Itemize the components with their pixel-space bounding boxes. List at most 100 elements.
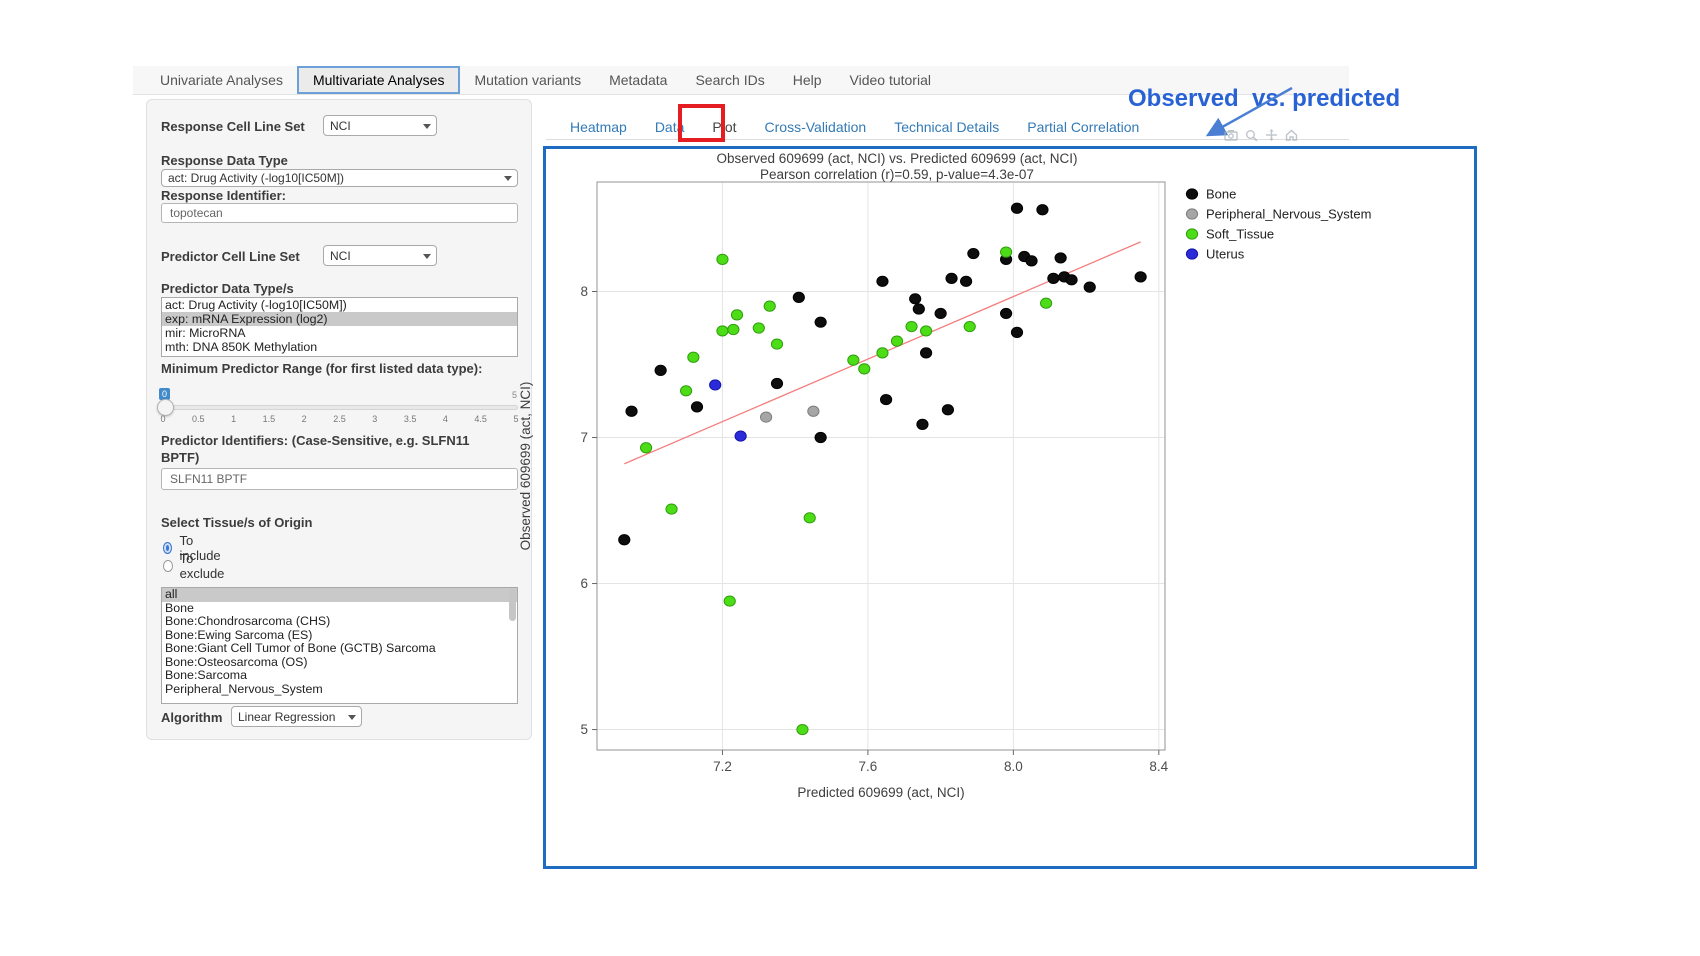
data-point-soft_tissue[interactable]	[753, 323, 764, 333]
legend-label[interactable]: Peripheral_Nervous_System	[1206, 207, 1371, 222]
data-point-soft_tissue[interactable]	[877, 348, 888, 358]
data-point-soft_tissue[interactable]	[717, 254, 728, 264]
data-point-soft_tissue[interactable]	[724, 596, 735, 606]
tab-partial-correlation[interactable]: Partial Correlation	[1013, 113, 1153, 141]
data-point-bone[interactable]	[946, 273, 957, 283]
camera-icon[interactable]	[1224, 129, 1238, 141]
legend-swatch-uterus[interactable]	[1186, 249, 1197, 259]
tissue-option[interactable]: Bone:Chondrosarcoma (CHS)	[162, 615, 517, 629]
data-point-bone[interactable]	[771, 378, 782, 388]
data-point-bone[interactable]	[1000, 308, 1011, 318]
predictor-identifiers-input[interactable]: SLFN11 BPTF	[161, 468, 518, 490]
tissue-option[interactable]: Bone:Osteosarcoma (OS)	[162, 656, 517, 670]
nav-item-mutation-variants[interactable]: Mutation variants	[460, 66, 595, 94]
data-point-bone[interactable]	[815, 432, 826, 442]
data-point-uterus[interactable]	[735, 431, 746, 441]
data-point-soft_tissue[interactable]	[764, 301, 775, 311]
tissue-option[interactable]: Bone:Sarcoma	[162, 669, 517, 683]
data-point-bone[interactable]	[910, 294, 921, 304]
nav-item-multivariate-analyses[interactable]: Multivariate Analyses	[297, 66, 461, 94]
tab-heatmap[interactable]: Heatmap	[556, 113, 641, 141]
predictor-cell-line-set-select[interactable]: NCI	[323, 245, 437, 266]
data-point-bone[interactable]	[1011, 203, 1022, 213]
legend-swatch-soft_tissue[interactable]	[1186, 229, 1197, 239]
legend-swatch-peripheral_nervous_system[interactable]	[1186, 209, 1197, 219]
data-point-bone[interactable]	[1135, 272, 1146, 282]
data-point-bone[interactable]	[815, 317, 826, 327]
nav-item-metadata[interactable]: Metadata	[595, 66, 681, 94]
data-point-bone[interactable]	[960, 276, 971, 286]
data-point-bone[interactable]	[1055, 253, 1066, 263]
data-point-bone[interactable]	[1037, 205, 1048, 215]
tissue-listbox[interactable]: allBoneBone:Chondrosarcoma (CHS)Bone:Ewi…	[161, 587, 518, 704]
data-point-soft_tissue[interactable]	[964, 321, 975, 331]
data-point-soft_tissue[interactable]	[771, 339, 782, 349]
data-point-soft_tissue[interactable]	[848, 355, 859, 365]
data-point-soft_tissue[interactable]	[891, 336, 902, 346]
data-point-soft_tissue[interactable]	[906, 321, 917, 331]
data-point-bone[interactable]	[942, 405, 953, 415]
data-point-soft_tissue[interactable]	[728, 324, 739, 334]
data-point-bone[interactable]	[968, 248, 979, 258]
data-point-soft_tissue[interactable]	[797, 724, 808, 734]
data-point-bone[interactable]	[619, 535, 630, 545]
algorithm-select[interactable]: Linear Regression	[231, 706, 362, 727]
data-point-bone[interactable]	[920, 348, 931, 358]
data-point-soft_tissue[interactable]	[804, 513, 815, 523]
data-point-bone[interactable]	[1066, 275, 1077, 285]
pan-icon[interactable]	[1265, 129, 1278, 141]
data-point-bone[interactable]	[880, 394, 891, 404]
data-point-uterus[interactable]	[710, 380, 721, 390]
tissue-option[interactable]: all	[162, 588, 517, 602]
legend-label[interactable]: Uterus	[1206, 247, 1245, 262]
data-point-bone[interactable]	[691, 402, 702, 412]
data-point-peripheral_nervous_system[interactable]	[760, 412, 771, 422]
response-cell-line-set-select[interactable]: NCI	[323, 115, 437, 136]
data-point-bone[interactable]	[655, 365, 666, 375]
data-point-soft_tissue[interactable]	[859, 364, 870, 374]
data-point-peripheral_nervous_system[interactable]	[808, 406, 819, 416]
data-point-bone[interactable]	[1048, 273, 1059, 283]
data-point-bone[interactable]	[935, 308, 946, 318]
response-identifier-input[interactable]: topotecan	[161, 203, 518, 223]
nav-item-video-tutorial[interactable]: Video tutorial	[836, 66, 945, 94]
predictor-data-types-listbox[interactable]: act: Drug Activity (-log10[IC50M])exp: m…	[161, 297, 518, 357]
scatter-plot[interactable]: 7.27.68.08.45678Observed 609699 (act, NC…	[543, 146, 1477, 869]
tab-cross-validation[interactable]: Cross-Validation	[751, 113, 881, 141]
tab-technical-details[interactable]: Technical Details	[880, 113, 1013, 141]
data-point-bone[interactable]	[1084, 282, 1095, 292]
data-point-bone[interactable]	[913, 304, 924, 314]
predictor-data-type-option[interactable]: mth: DNA 850K Methylation	[162, 340, 517, 354]
data-point-soft_tissue[interactable]	[1040, 298, 1051, 308]
data-point-soft_tissue[interactable]	[666, 504, 677, 514]
tissue-option[interactable]: Bone:Giant Cell Tumor of Bone (GCTB) Sar…	[162, 642, 517, 656]
tissue-option[interactable]: Peripheral_Nervous_System	[162, 683, 517, 697]
data-point-bone[interactable]	[917, 419, 928, 429]
data-point-soft_tissue[interactable]	[680, 386, 691, 396]
data-point-bone[interactable]	[793, 292, 804, 302]
data-point-soft_tissue[interactable]	[920, 326, 931, 336]
legend-swatch-bone[interactable]	[1186, 189, 1197, 199]
tissue-radio-to-exclude[interactable]: To exclude	[163, 551, 227, 581]
predictor-data-type-option[interactable]: act: Drug Activity (-log10[IC50M])	[162, 298, 517, 312]
data-point-soft_tissue[interactable]	[731, 310, 742, 320]
nav-item-help[interactable]: Help	[779, 66, 836, 94]
tissue-option[interactable]: Bone	[162, 602, 517, 616]
data-point-soft_tissue[interactable]	[717, 326, 728, 336]
nav-item-search-ids[interactable]: Search IDs	[681, 66, 778, 94]
home-icon[interactable]	[1285, 129, 1298, 141]
data-point-bone[interactable]	[877, 276, 888, 286]
nav-item-univariate-analyses[interactable]: Univariate Analyses	[146, 66, 297, 94]
data-point-bone[interactable]	[626, 406, 637, 416]
data-point-soft_tissue[interactable]	[1000, 247, 1011, 257]
zoom-box-icon[interactable]	[1245, 129, 1258, 141]
response-data-type-select[interactable]: act: Drug Activity (-log10[IC50M])	[161, 169, 518, 187]
data-point-bone[interactable]	[1011, 327, 1022, 337]
tissue-option[interactable]: Bone:Ewing Sarcoma (ES)	[162, 629, 517, 643]
plot-panel[interactable]	[597, 182, 1165, 750]
predictor-data-type-option[interactable]: mir: MicroRNA	[162, 326, 517, 340]
data-point-soft_tissue[interactable]	[640, 443, 651, 453]
data-point-bone[interactable]	[1026, 256, 1037, 266]
legend-label[interactable]: Bone	[1206, 187, 1236, 202]
listbox-scrollbar[interactable]	[509, 589, 516, 621]
